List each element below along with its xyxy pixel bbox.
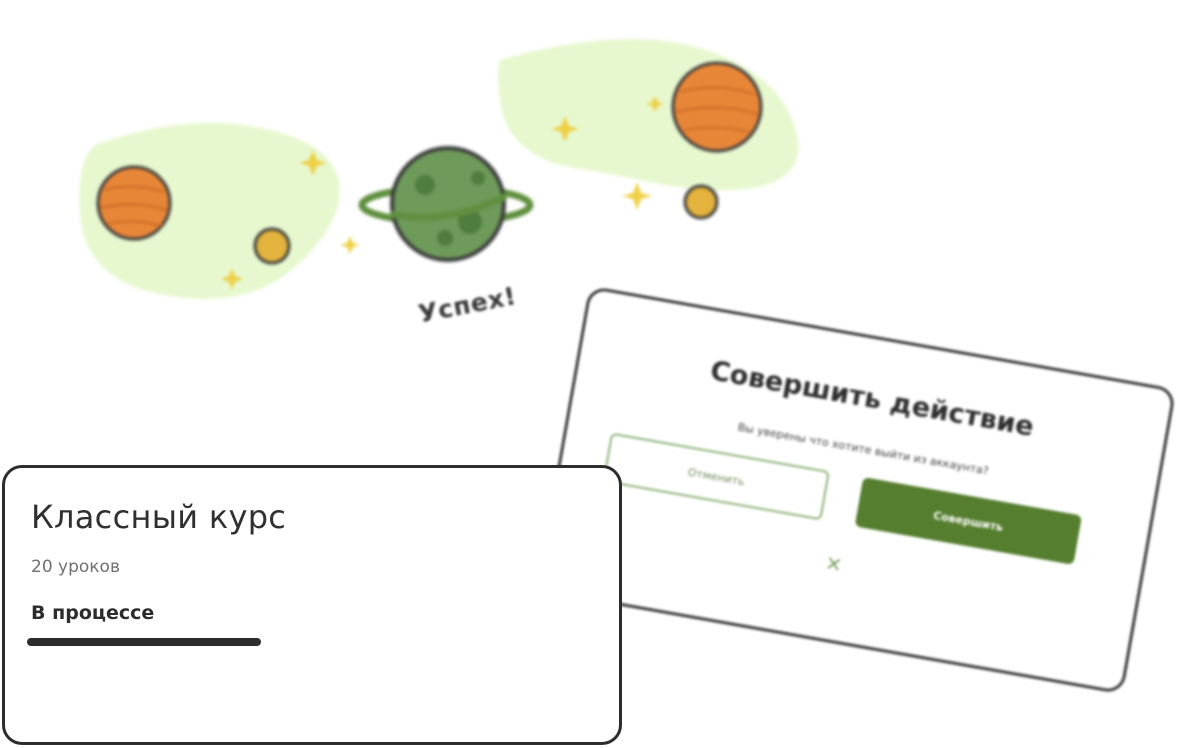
orange-planet-left — [96, 165, 172, 241]
course-status: В процессе — [31, 602, 155, 624]
cancel-button[interactable]: Отменить — [602, 432, 830, 521]
green-ringed-planet — [358, 146, 534, 262]
gold-moon-left — [253, 227, 291, 265]
gold-moon-right — [683, 184, 719, 220]
confirm-button-label: Совершить — [932, 508, 1005, 534]
orange-planet-right — [671, 61, 763, 153]
course-title: Классный курс — [31, 498, 287, 536]
stage: Успех! Совершить действие Вы уверены что… — [0, 0, 1182, 748]
cancel-button-label: Отменить — [686, 465, 746, 488]
course-lesson-count: 20 уроков — [31, 557, 120, 577]
star — [622, 182, 652, 210]
course-progress-fill — [27, 638, 261, 646]
close-icon[interactable]: × — [822, 550, 845, 577]
course-card[interactable]: Классный курс 20 уроков В процессе — [2, 465, 622, 745]
star — [340, 236, 360, 254]
confirm-button[interactable]: Совершить — [854, 477, 1082, 565]
course-progress-bar — [27, 638, 597, 646]
